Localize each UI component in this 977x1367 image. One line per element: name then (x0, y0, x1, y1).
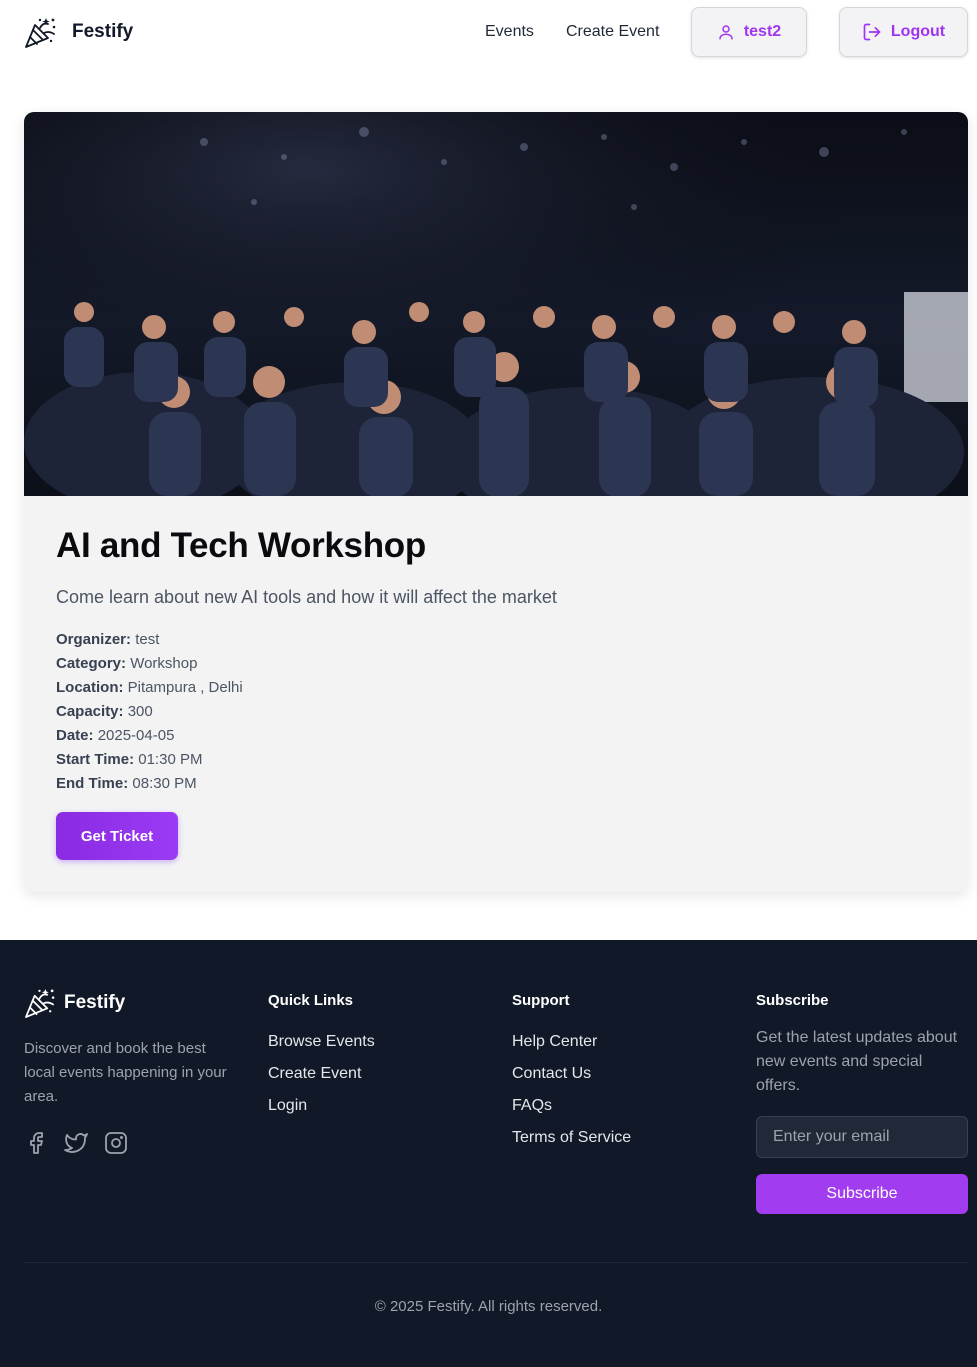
footer-link-terms[interactable]: Terms of Service (512, 1122, 631, 1154)
get-ticket-button[interactable]: Get Ticket (56, 812, 178, 860)
subscribe-column: Subscribe Get the latest updates about n… (756, 992, 968, 1098)
detail-value: 01:30 PM (138, 751, 203, 768)
footer-about-text: Discover and book the best local events … (24, 1040, 227, 1105)
brand-logo-link[interactable]: Festify (24, 15, 133, 49)
detail-organizer: Organizer: test (56, 628, 243, 652)
event-title: AI and Tech Workshop (56, 526, 426, 565)
footer-link-browse-events[interactable]: Browse Events (268, 1026, 375, 1058)
detail-date: Date: 2025-04-05 (56, 724, 243, 748)
quick-links-column: Quick Links Browse Events Create Event L… (268, 992, 375, 1122)
detail-label: Date: (56, 727, 94, 744)
username-label: test2 (743, 23, 782, 40)
user-icon (719, 25, 733, 40)
copyright-text: © 2025 Festify. All rights reserved. (374, 1298, 603, 1315)
detail-label: Capacity: (56, 703, 124, 720)
detail-location: Location: Pitampura , Delhi (56, 676, 243, 700)
instagram-icon[interactable] (104, 1131, 128, 1155)
detail-end-time: End Time: 08:30 PM (56, 772, 243, 796)
subscribe-email-input[interactable] (756, 1116, 968, 1158)
site-footer: Festify Discover and book the best local… (0, 940, 977, 1367)
quick-links-title: Quick Links (268, 992, 354, 1009)
social-links (24, 1131, 128, 1155)
event-description: Come learn about new AI tools and how it… (56, 587, 557, 607)
footer-link-create-event[interactable]: Create Event (268, 1058, 375, 1090)
detail-start-time: Start Time: 01:30 PM (56, 748, 243, 772)
event-detail-card: AI and Tech Workshop Come learn about ne… (24, 112, 968, 892)
party-popper-icon (25, 17, 56, 48)
event-details-list: Organizer: test Category: Workshop Locat… (56, 628, 243, 796)
footer-brand-name: Festify (64, 992, 126, 1013)
logout-button[interactable]: Logout (839, 7, 968, 57)
detail-label: Category: (56, 655, 127, 672)
party-popper-icon (25, 988, 55, 1018)
detail-category: Category: Workshop (56, 652, 243, 676)
footer-divider (24, 1262, 968, 1263)
detail-value: 08:30 PM (132, 775, 197, 792)
support-column: Support Help Center Contact Us FAQs Term… (512, 992, 631, 1154)
support-title: Support (512, 992, 570, 1009)
twitter-icon[interactable] (64, 1131, 88, 1155)
footer-link-login[interactable]: Login (268, 1090, 375, 1122)
detail-value: Pitampura , Delhi (127, 679, 243, 696)
detail-label: End Time: (56, 775, 129, 792)
footer-link-faqs[interactable]: FAQs (512, 1090, 631, 1122)
footer-link-contact-us[interactable]: Contact Us (512, 1058, 631, 1090)
top-navbar: Festify Events Create Event test2 Logout (0, 0, 977, 64)
detail-label: Organizer: (56, 631, 132, 648)
detail-label: Start Time: (56, 751, 135, 768)
detail-capacity: Capacity: 300 (56, 700, 243, 724)
logout-icon (863, 23, 881, 41)
user-profile-button[interactable]: test2 (691, 7, 807, 57)
event-hero-image (24, 112, 968, 496)
detail-value: 300 (127, 703, 153, 720)
nav-create-event-link[interactable]: Create Event (566, 23, 659, 41)
detail-value: test (135, 631, 160, 648)
detail-value: Workshop (130, 655, 198, 672)
facebook-icon[interactable] (24, 1131, 48, 1155)
nav-events-link[interactable]: Events (485, 23, 534, 41)
subscribe-button[interactable]: Subscribe (756, 1174, 968, 1214)
brand-name: Festify (72, 21, 134, 42)
logout-label: Logout (890, 23, 946, 40)
footer-brand[interactable]: Festify (24, 987, 125, 1019)
detail-value: 2025-04-05 (97, 727, 175, 744)
subscribe-title: Subscribe (756, 992, 829, 1009)
subscribe-text: Get the latest updates about new events … (756, 1029, 958, 1094)
footer-link-help-center[interactable]: Help Center (512, 1026, 631, 1058)
detail-label: Location: (56, 679, 124, 696)
